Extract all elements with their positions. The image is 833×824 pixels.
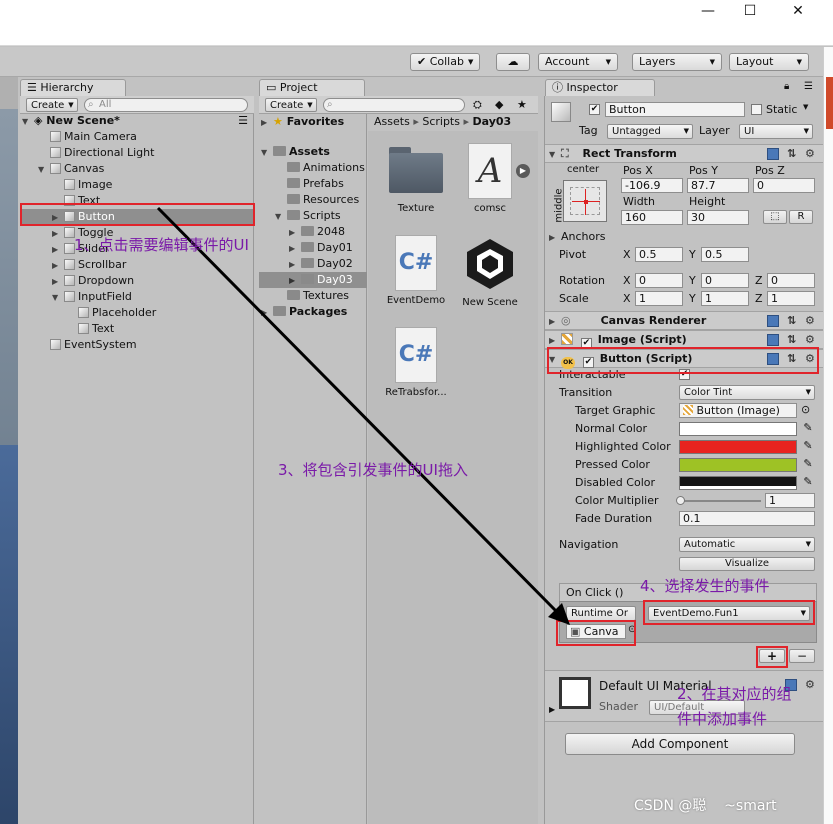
annotation-step2-line1: 2、在其对应的组 [677,685,792,703]
annotation-step4: 4、选择发生的事件 [640,577,770,595]
annotation-step1: 1、点击需要编辑事件的UI [74,236,249,254]
watermark: CSDN @聪 ~smart [634,798,777,814]
annotation-step2-line2: 件中添加事件 [677,710,768,728]
annotation-step3: 3、将包含引发事件的UI拖入 [278,461,468,479]
